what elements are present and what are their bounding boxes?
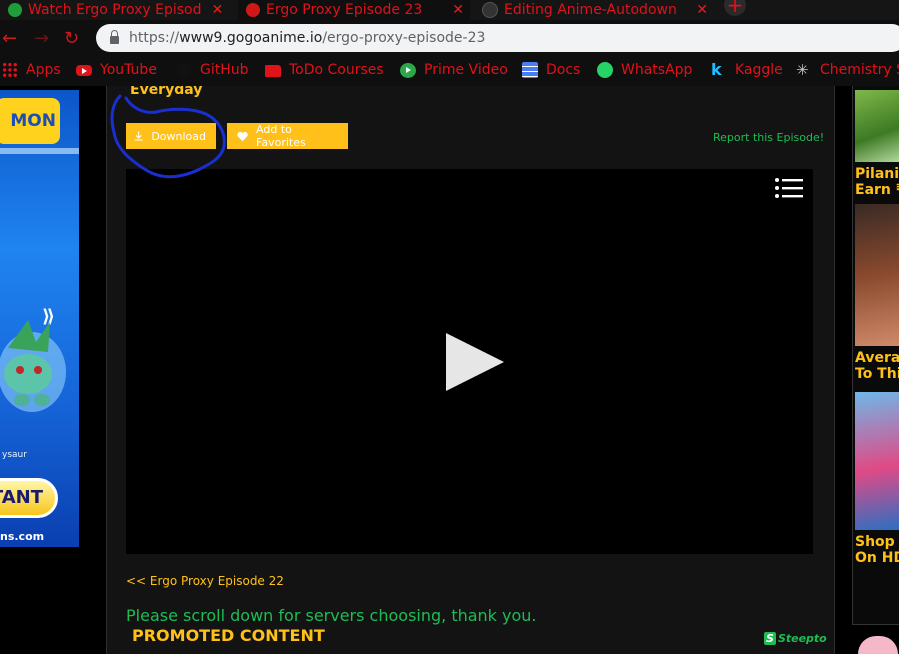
reload-button[interactable]: ↻ xyxy=(64,28,79,49)
forward-button[interactable]: → xyxy=(34,28,49,49)
bookmark-prime-video[interactable]: Prime Video xyxy=(400,62,508,78)
bookmark-label: Kaggle xyxy=(735,62,783,78)
report-episode-link[interactable]: Report this Episode! xyxy=(713,131,824,144)
tab-watch-ergo-proxy[interactable]: Watch Ergo Proxy Episod ✕ xyxy=(8,0,230,20)
annotation-circle xyxy=(110,94,226,179)
left-banner-ad[interactable]: MON ⟫ ysaur TANT ns.com xyxy=(0,90,79,547)
bookmarks-bar: Apps YouTube GitHub ToDo Courses Prime V… xyxy=(0,56,899,86)
ad-text-line: On HDI xyxy=(855,550,899,566)
bookmark-label: Prime Video xyxy=(424,62,508,78)
apps-grid-icon xyxy=(2,62,18,78)
whatsapp-icon xyxy=(597,62,613,78)
bookmark-apps[interactable]: Apps xyxy=(2,62,61,78)
promoted-content-heading: PROMOTED CONTENT xyxy=(132,626,325,645)
browser-toolbar: ← → ↻ https://www9.gogoanime.io/ergo-pro… xyxy=(0,20,899,56)
bookmark-github[interactable]: GitHub xyxy=(176,62,249,78)
ad-cta-button[interactable]: TANT xyxy=(0,478,58,518)
sponsor-name: Steepto xyxy=(777,631,827,645)
bookmark-label: ToDo Courses xyxy=(289,62,384,78)
url-scheme: https:// xyxy=(129,30,180,46)
tab-ergo-proxy-episode-23[interactable]: Ergo Proxy Episode 23 ✕ xyxy=(238,0,470,20)
ad-brand-logo: MON xyxy=(0,98,60,144)
bulbasaur-illustration xyxy=(0,320,66,412)
previous-episode-link[interactable]: << Ergo Proxy Episode 22 xyxy=(126,574,284,588)
ad-domain: ns.com xyxy=(0,530,45,543)
tab-title: Editing Anime-Autodown xyxy=(504,2,677,18)
tab-title: Watch Ergo Proxy Episod xyxy=(28,2,202,18)
bookmark-whatsapp[interactable]: WhatsApp xyxy=(597,62,692,78)
add-to-favorites-button[interactable]: Add to Favorites xyxy=(227,123,348,149)
globe-favicon-icon xyxy=(246,3,260,17)
steepto-logo-icon: S xyxy=(764,631,776,645)
tab-strip: Watch Ergo Proxy Episod ✕ Ergo Proxy Epi… xyxy=(0,0,899,20)
bookmark-label: YouTube xyxy=(100,62,157,78)
ad-thumbnail[interactable] xyxy=(855,90,899,162)
lock-icon xyxy=(110,30,119,44)
ad-text[interactable]: Shop N On HDI xyxy=(855,534,899,566)
ad-text-line: Pilani N xyxy=(855,166,899,182)
close-tab-icon[interactable]: ✕ xyxy=(452,2,464,18)
bookmark-label: Apps xyxy=(26,62,61,78)
bookmark-todo-courses[interactable]: ToDo Courses xyxy=(265,62,384,78)
shield-favicon-icon xyxy=(8,3,22,17)
ad-text-line: Earn ₹4 xyxy=(855,182,899,198)
url-path: /ergo-proxy-episode-23 xyxy=(322,30,486,46)
video-player[interactable] xyxy=(126,169,813,554)
molecule-icon: ✳ xyxy=(796,61,809,79)
ad-divider xyxy=(0,148,79,154)
bookmark-chemistry[interactable]: ✳ Chemistry S xyxy=(796,62,899,78)
youtube-icon xyxy=(76,65,92,76)
close-tab-icon[interactable]: ✕ xyxy=(211,2,223,18)
back-button[interactable]: ← xyxy=(2,28,17,49)
close-tab-icon[interactable]: ✕ xyxy=(696,2,708,18)
ad-caption: ysaur xyxy=(2,450,27,460)
servers-notice: Please scroll down for servers choosing,… xyxy=(126,606,537,625)
play-icon[interactable] xyxy=(444,331,506,393)
tab-title: Ergo Proxy Episode 23 xyxy=(266,2,423,18)
new-tab-button[interactable]: + xyxy=(724,0,746,16)
page-content: MON ⟫ ysaur TANT ns.com Everyday Downloa… xyxy=(0,86,899,654)
ad-text[interactable]: Pilani N Earn ₹4 xyxy=(855,166,899,198)
bookmark-label: GitHub xyxy=(200,62,249,78)
bookmark-docs[interactable]: Docs xyxy=(522,62,580,78)
ad-thumbnail[interactable] xyxy=(855,204,899,346)
folder-icon xyxy=(265,65,281,77)
bookmark-label: WhatsApp xyxy=(621,62,693,78)
github-icon xyxy=(176,62,192,78)
ad-text-line: To This xyxy=(855,366,899,382)
bookmark-label: Chemistry S xyxy=(820,62,899,78)
sponsor-logo[interactable]: S Steepto xyxy=(762,629,829,647)
kaggle-icon: k xyxy=(711,60,722,79)
github-favicon-icon xyxy=(482,2,498,18)
bookmark-kaggle[interactable]: k Kaggle xyxy=(711,60,783,79)
right-sidebar-ads: Pilani N Earn ₹4 Averag To This Shop N O… xyxy=(852,86,899,625)
ad-text[interactable]: Averag To This xyxy=(855,350,899,382)
character-avatar xyxy=(858,636,898,654)
tab-editing-anime-autodown[interactable]: Editing Anime-Autodown ✕ xyxy=(482,0,712,20)
docs-icon xyxy=(522,62,538,78)
ad-text-line: Shop N xyxy=(855,534,899,550)
bookmark-youtube[interactable]: YouTube xyxy=(76,62,157,78)
favorites-label: Add to Favorites xyxy=(256,123,306,149)
bookmark-label: Docs xyxy=(546,62,581,78)
ad-text-line: Averag xyxy=(855,350,899,366)
url-host: www9.gogoanime.io xyxy=(179,30,323,46)
play-circle-icon xyxy=(400,62,416,78)
heart-icon xyxy=(237,131,248,141)
address-bar[interactable]: https://www9.gogoanime.io/ergo-proxy-epi… xyxy=(96,24,899,52)
ad-thumbnail[interactable] xyxy=(855,392,899,530)
playlist-menu-icon[interactable] xyxy=(774,177,804,201)
